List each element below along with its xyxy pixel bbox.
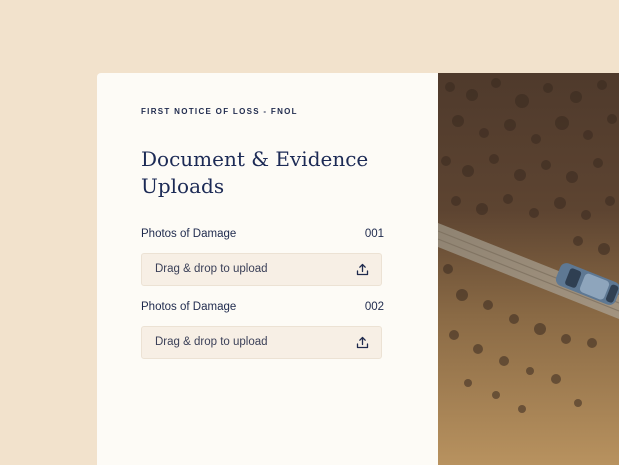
aerial-photo-image [438, 73, 619, 465]
upload-icon[interactable] [356, 336, 369, 349]
field-code-001: 001 [364, 228, 384, 240]
upload-label: Drag & drop to upload [155, 336, 268, 348]
upload-dropzone-001[interactable]: Drag & drop to upload [141, 253, 382, 286]
upload-icon[interactable] [356, 263, 369, 276]
upload-label: Drag & drop to upload [155, 263, 268, 275]
aerial-road-car-photo [438, 73, 619, 465]
field-label-photos-002: Photos of Damage [141, 301, 237, 313]
field-code-002: 002 [364, 301, 384, 313]
page-title: Document & Evidence Uploads [141, 147, 369, 198]
upload-dropzone-002[interactable]: Drag & drop to upload [141, 326, 382, 359]
fnol-card: FIRST NOTICE OF LOSS - FNOL Document & E… [97, 73, 619, 465]
upload-form-panel: FIRST NOTICE OF LOSS - FNOL Document & E… [97, 73, 438, 465]
field-label-photos-001: Photos of Damage [141, 228, 237, 240]
section-eyebrow: FIRST NOTICE OF LOSS - FNOL [141, 107, 298, 116]
